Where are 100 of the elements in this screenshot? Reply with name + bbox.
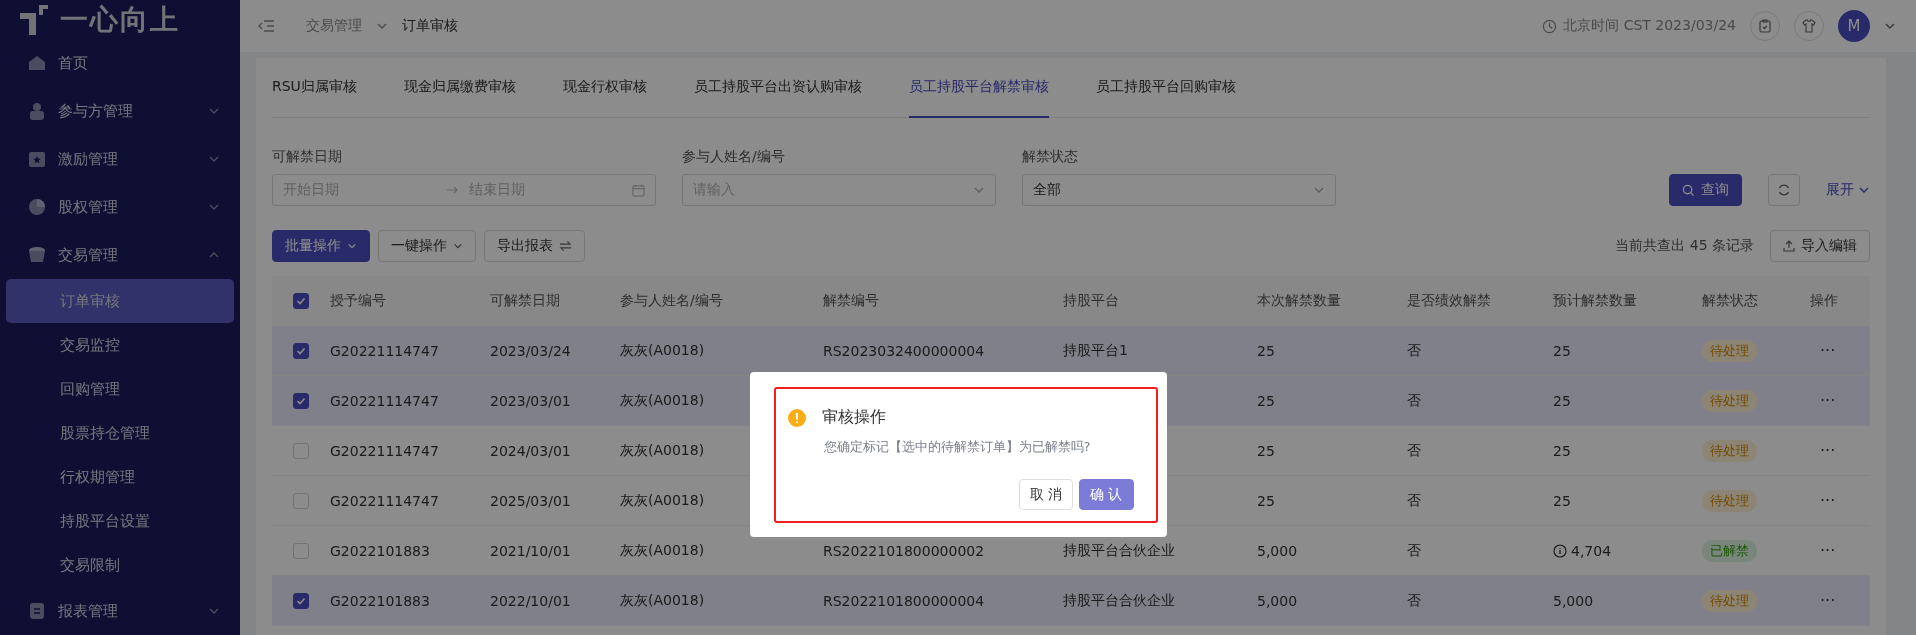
- clipboard-icon: [1758, 19, 1772, 33]
- column-header: 是否绩效解禁: [1407, 292, 1492, 310]
- table-cell-text: 25: [1257, 492, 1276, 509]
- more-actions-button[interactable]: ···: [1820, 391, 1836, 410]
- collapse-menu-icon[interactable]: [258, 19, 274, 33]
- dropdown-button[interactable]: 一键操作: [378, 230, 476, 262]
- bowl-icon: [28, 246, 46, 264]
- shirt-button[interactable]: [1794, 11, 1824, 41]
- export-button[interactable]: 导出报表: [484, 230, 585, 262]
- row-checkbox[interactable]: [293, 342, 309, 359]
- status-tag: 已解禁: [1702, 539, 1757, 562]
- column-header: 授予编号: [330, 292, 387, 310]
- table-cell-text: G20221114747: [330, 442, 440, 459]
- tab[interactable]: 员工持股平台出资认购审核: [693, 58, 862, 118]
- status-tag: 待处理: [1702, 389, 1757, 412]
- tab[interactable]: 员工持股平台回购审核: [1095, 58, 1236, 118]
- expand-link[interactable]: 展开: [1826, 174, 1870, 206]
- table-cell-text: G20221114747: [330, 392, 440, 409]
- column-header: 解禁编号: [823, 292, 880, 310]
- table-cell-text: 2023/03/01: [490, 392, 572, 409]
- status-tag: 待处理: [1702, 589, 1757, 612]
- sidebar-item[interactable]: 激励管理: [6, 135, 234, 183]
- sidebar-item[interactable]: 交易管理: [6, 231, 234, 279]
- sidebar-item[interactable]: 股权管理: [6, 183, 234, 231]
- table-cell-text: 否: [1407, 591, 1422, 610]
- table-cell-text: 否: [1407, 391, 1422, 410]
- breadcrumb-link[interactable]: 交易管理: [306, 17, 362, 35]
- cancel-button[interactable]: 取 消: [1018, 479, 1074, 510]
- document-icon: [28, 602, 46, 620]
- table-cell-text: 灰灰(A0018): [620, 541, 706, 560]
- column-header: 预计解禁数量: [1553, 292, 1638, 310]
- more-actions-button[interactable]: ···: [1820, 341, 1836, 360]
- user-avatar[interactable]: M: [1838, 10, 1870, 42]
- more-actions-button[interactable]: ···: [1820, 541, 1836, 560]
- more-actions-button[interactable]: ···: [1820, 491, 1836, 510]
- field-label: 参与人姓名/编号: [682, 148, 786, 166]
- table-cell-text: 5,000: [1257, 592, 1299, 609]
- column-header: 参与人姓名/编号: [620, 292, 724, 310]
- tab[interactable]: 员工持股平台解禁审核: [908, 58, 1049, 118]
- table-cell-text: 灰灰(A0018): [620, 391, 706, 410]
- sidebar-subitem[interactable]: 持股平台设置: [6, 499, 234, 543]
- more-actions-button[interactable]: ···: [1820, 591, 1836, 610]
- current-time: 北京时间 CST 2023/03/24: [1563, 17, 1736, 35]
- tab[interactable]: 现金归属缴费审核: [403, 58, 516, 118]
- sidebar-subitem[interactable]: 交易限制: [6, 543, 234, 587]
- table-cell-text: G20221114747: [330, 342, 440, 359]
- check-icon: [296, 395, 306, 406]
- more-actions-button[interactable]: ···: [1820, 441, 1836, 460]
- row-checkbox[interactable]: [293, 592, 309, 609]
- table-cell-text: 5,000: [1553, 592, 1595, 609]
- table-cell-text: 持股平台合伙企业: [1063, 541, 1176, 560]
- table-cell-text: 25: [1257, 342, 1276, 359]
- check-icon: [296, 345, 306, 356]
- caret-icon: [347, 241, 357, 251]
- select-field[interactable]: 全部: [1022, 174, 1336, 206]
- sidebar-subitem[interactable]: 交易监控: [6, 323, 234, 367]
- tab[interactable]: RSU归属审核: [272, 58, 357, 118]
- sidebar-subitem[interactable]: 回购管理: [6, 367, 234, 411]
- clock-icon: [1542, 18, 1558, 34]
- table-cell-text: 否: [1407, 491, 1422, 510]
- breadcrumb-current: 订单审核: [402, 17, 458, 35]
- info-icon: [1553, 543, 1567, 558]
- sidebar-subitem[interactable]: 订单审核: [6, 279, 234, 323]
- table-cell-text: 2021/10/01: [490, 542, 572, 559]
- confirm-button[interactable]: 确 认: [1079, 479, 1134, 510]
- reset-button[interactable]: [1768, 174, 1800, 206]
- calendar-icon: [632, 183, 645, 197]
- field-label: 可解禁日期: [272, 148, 343, 166]
- batch-action-button[interactable]: 批量操作: [272, 230, 370, 262]
- house-icon: [28, 55, 46, 71]
- column-header: 操作: [1810, 292, 1839, 310]
- status-tag: 待处理: [1702, 489, 1757, 512]
- clipboard-button[interactable]: [1750, 11, 1780, 41]
- import-button[interactable]: 导入编辑: [1770, 230, 1870, 262]
- sidebar-item[interactable]: 报表管理: [6, 587, 234, 635]
- sidebar-subitem[interactable]: 行权期管理: [6, 455, 234, 499]
- table-cell-text: RS2022101800000004: [823, 592, 986, 609]
- tab[interactable]: 现金行权审核: [562, 58, 647, 118]
- column-header: 持股平台: [1063, 292, 1120, 310]
- swap-arrows-icon: [559, 240, 572, 252]
- table-cell-text: 灰灰(A0018): [620, 591, 706, 610]
- shirt-icon: [1802, 19, 1816, 33]
- check-icon: [296, 595, 306, 606]
- table-cell-text: 否: [1407, 441, 1422, 460]
- caret-icon: [453, 241, 463, 251]
- table-cell-text: 灰灰(A0018): [620, 491, 706, 510]
- table-cell-text: 灰灰(A0018): [620, 341, 706, 360]
- table-cell-text: 25: [1257, 392, 1276, 409]
- select-all-checkbox[interactable]: [293, 293, 309, 309]
- sidebar-subitem[interactable]: 股票持仓管理: [6, 411, 234, 455]
- sidebar-item[interactable]: 参与方管理: [6, 87, 234, 135]
- check-icon: [296, 296, 306, 306]
- table-cell-text: 25: [1553, 342, 1572, 359]
- table-cell-text: 25: [1553, 442, 1572, 459]
- search-button[interactable]: 查询: [1669, 174, 1742, 206]
- dialog-title: 审核操作: [821, 407, 886, 428]
- status-tag: 待处理: [1702, 339, 1757, 362]
- sidebar-item[interactable]: 首页: [6, 39, 234, 87]
- table-cell-text: 2025/03/01: [490, 492, 572, 509]
- row-checkbox[interactable]: [293, 392, 309, 409]
